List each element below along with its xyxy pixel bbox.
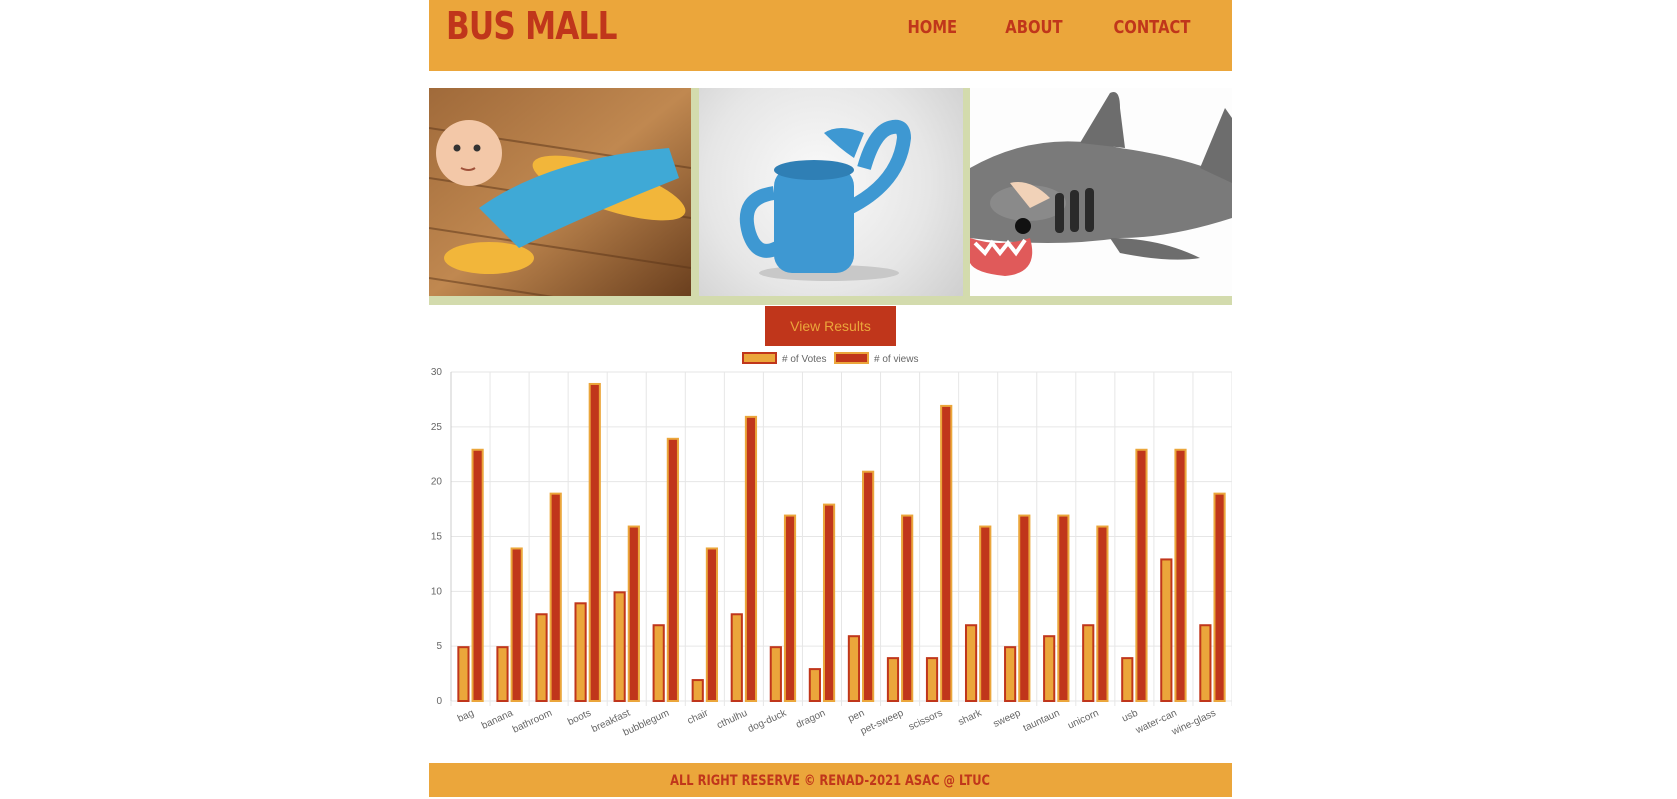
y-tick-label: 25 [431, 422, 443, 433]
bar-views-dog-duck[interactable] [783, 514, 797, 702]
bar-votes-tauntaun[interactable] [1043, 635, 1056, 703]
x-tick-label: cthulhu [715, 708, 749, 732]
y-tick-label: 0 [436, 696, 442, 707]
bar-votes-pet-sweep[interactable] [886, 657, 900, 702]
bar-votes-scissors[interactable] [925, 657, 939, 702]
legend-swatch [742, 352, 777, 364]
bar-views-bathroom[interactable] [549, 492, 562, 702]
x-tick-label: dog-duck [746, 707, 789, 735]
bar-views-bubblegum[interactable] [666, 437, 679, 703]
y-tick-label: 20 [431, 477, 443, 488]
x-tick-label: pet-sweep [859, 708, 906, 738]
chart-y-axis: 0 5 10 15 20 25 30 [431, 367, 443, 707]
bar-votes-bubblegum[interactable] [652, 624, 665, 703]
x-tick-label: bag [456, 708, 476, 725]
bar-views-sweep[interactable] [1018, 514, 1031, 702]
view-results-button[interactable]: View Results [765, 306, 896, 346]
product-image-baby-sweep[interactable] [429, 88, 691, 296]
nav-contact-link[interactable]: CONTACT [1114, 17, 1191, 38]
bar-votes-sweep[interactable] [1004, 646, 1017, 702]
y-tick-label: 15 [431, 532, 443, 543]
product-image-shark[interactable] [970, 88, 1232, 296]
bar-views-breakfast[interactable] [627, 525, 640, 702]
chart-grid [450, 371, 1232, 706]
legend-swatch [834, 352, 869, 364]
legend-label: # of views [874, 354, 918, 365]
x-tick-label: scissors [907, 708, 944, 733]
x-tick-label: chair [686, 707, 711, 726]
bar-views-pen[interactable] [862, 470, 875, 702]
bar-votes-breakfast[interactable] [613, 591, 626, 702]
x-tick-label: pen [847, 708, 867, 725]
bar-votes-water-can[interactable] [1160, 558, 1173, 702]
x-tick-label: sweep [992, 708, 1023, 730]
x-tick-label: dragon [794, 708, 827, 731]
copyright-text: ALL RIGHT RESERVE © RENAD-2021 ASAC @ LT… [670, 773, 991, 789]
bar-votes-wine-glass[interactable] [1199, 624, 1212, 703]
product-gallery [429, 88, 1232, 305]
chart-x-axis: bag bananabathroom bootsbreakfastbubblegum… [456, 707, 1218, 738]
water-can-photo [739, 119, 912, 281]
bar-votes-bathroom[interactable] [535, 613, 548, 702]
bar-votes-bag[interactable] [457, 646, 470, 702]
bar-views-scissors[interactable] [940, 404, 953, 703]
legend-item[interactable]: # of Votes [742, 352, 826, 365]
legend-label: # of Votes [782, 354, 826, 365]
nav-about-link[interactable]: ABOUT [1005, 17, 1062, 38]
bar-views-cthulhu[interactable] [744, 415, 758, 702]
y-tick-label: 10 [431, 586, 443, 597]
legend-item[interactable]: # of views [834, 352, 918, 365]
nav-home-link[interactable]: HOME [907, 17, 957, 38]
bar-views-unicorn[interactable] [1096, 525, 1109, 702]
bar-views-boots[interactable] [588, 382, 601, 702]
x-tick-label: tauntaun [1022, 708, 1062, 734]
product-image-water-can[interactable] [699, 88, 963, 296]
site-logo: BUS MALL [446, 4, 617, 48]
baby-sweep-photo [429, 88, 691, 296]
bar-votes-banana[interactable] [496, 646, 509, 702]
bar-views-tauntaun[interactable] [1057, 514, 1070, 702]
bar-votes-usb[interactable] [1121, 657, 1134, 702]
bar-views-dragon[interactable] [822, 503, 836, 702]
bar-views-water-can[interactable] [1174, 448, 1187, 703]
bar-votes-chair[interactable] [691, 679, 704, 703]
bar-votes-boots[interactable] [574, 602, 587, 702]
site-footer: ALL RIGHT RESERVE © RENAD-2021 ASAC @ LT… [429, 763, 1232, 797]
bar-views-pet-sweep[interactable] [901, 514, 914, 702]
bar-votes-dog-duck[interactable] [769, 646, 782, 702]
site-header: BUS MALL HOME ABOUT CONTACT [429, 0, 1232, 71]
x-tick-label: unicorn [1066, 708, 1100, 732]
x-tick-label: usb [1120, 708, 1140, 725]
bar-votes-unicorn[interactable] [1082, 624, 1095, 703]
bar-views-usb[interactable] [1135, 448, 1148, 703]
votes-views-chart: # of Votes # of views 0 5 10 15 20 25 30 bag ban… [431, 352, 1232, 739]
bar-votes-cthulhu[interactable] [730, 613, 743, 702]
bar-votes-pen[interactable] [847, 635, 861, 703]
bar-votes-shark[interactable] [964, 624, 978, 703]
page-container: BUS MALL HOME ABOUT CONTACT View Results… [429, 0, 1232, 797]
bar-views-wine-glass[interactable] [1213, 492, 1226, 702]
x-tick-label: wine-glass [1169, 708, 1217, 738]
chart-legend: # of Votes # of views [742, 352, 918, 365]
y-tick-label: 30 [431, 367, 443, 378]
main-nav: HOME ABOUT CONTACT [870, 17, 1199, 38]
bar-votes-dragon[interactable] [808, 668, 821, 703]
y-tick-label: 5 [436, 641, 442, 652]
bar-views-banana[interactable] [510, 547, 523, 702]
bar-views-chair[interactable] [705, 547, 719, 702]
shark-photo [970, 88, 1232, 296]
x-tick-label: shark [957, 707, 985, 728]
bar-views-shark[interactable] [979, 525, 992, 702]
bar-views-bag[interactable] [471, 448, 484, 703]
x-tick-label: bathroom [511, 708, 554, 736]
x-tick-label: banana [480, 708, 515, 732]
